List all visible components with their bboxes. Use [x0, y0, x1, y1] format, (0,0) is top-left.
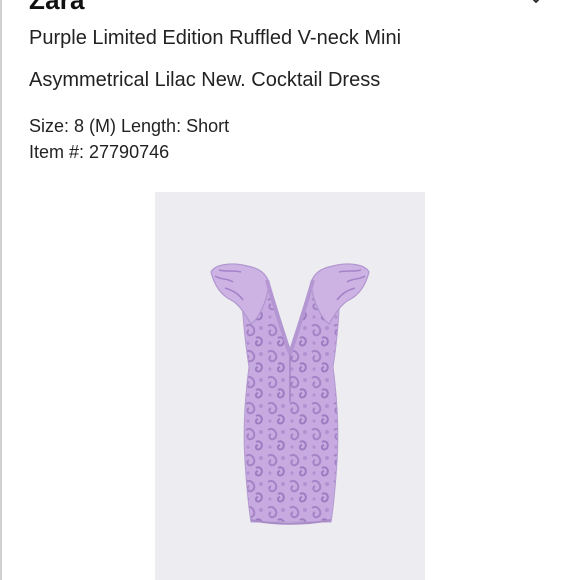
listing-title-line-2: Asymmetrical Lilac New. Cocktail Dress	[29, 69, 381, 91]
chevron-down-icon[interactable]	[528, 0, 544, 8]
product-photo[interactable]	[155, 192, 425, 580]
left-divider	[0, 0, 2, 580]
listing-title-line-1: Purple Limited Edition Ruffled V-neck Mi…	[29, 27, 402, 49]
size-length-info: Size: 8 (M) Length: Short	[29, 116, 230, 136]
item-number: Item #: 27790746	[29, 142, 170, 162]
listing-page: Zara Purple Limited Edition Ruffled V-ne…	[0, 0, 580, 580]
dress-illustration	[210, 263, 370, 525]
brand-name[interactable]: Zara	[29, 0, 85, 14]
